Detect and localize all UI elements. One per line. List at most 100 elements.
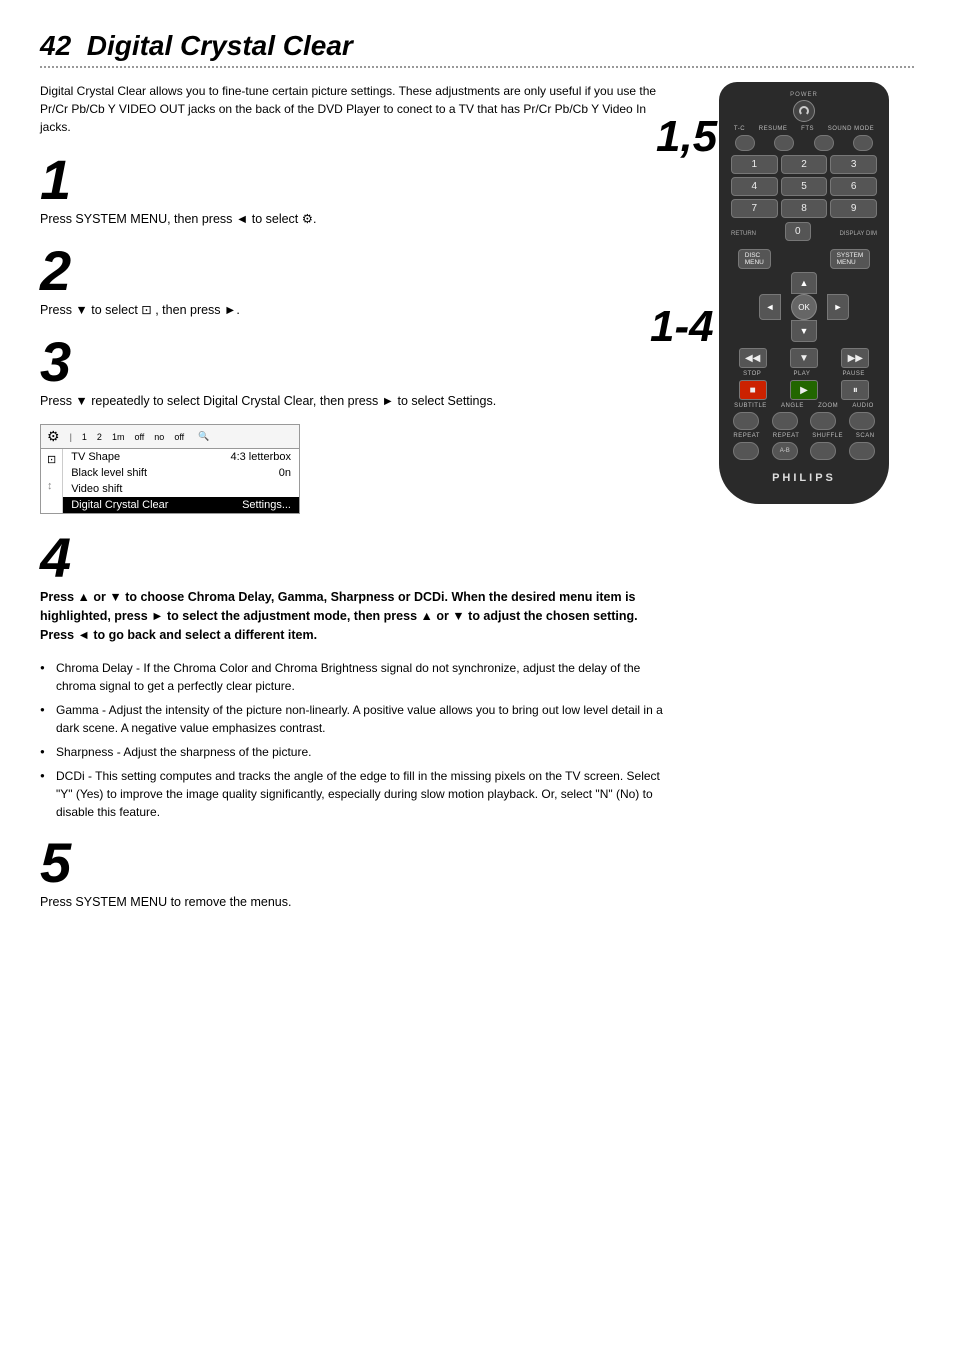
menu-left-icons: ⊡ ↕ bbox=[41, 449, 63, 513]
side-label-15: 1,5 bbox=[656, 112, 717, 162]
subtitle-label: SUBTITLE bbox=[734, 403, 767, 409]
remote-control: POWER T-C RESUME FTS SOUND MODE bbox=[719, 82, 889, 504]
power-label: POWER bbox=[727, 92, 881, 98]
step-1-number: 1 bbox=[40, 152, 674, 208]
zero-button-wrap: 0 bbox=[785, 222, 811, 241]
repeat-button[interactable] bbox=[733, 442, 759, 460]
scan-label: SCAN bbox=[856, 433, 875, 439]
num-5-button[interactable]: 5 bbox=[781, 177, 828, 196]
num-0-button[interactable]: 0 bbox=[785, 222, 811, 241]
slow-down-button[interactable]: ▼ bbox=[790, 348, 818, 368]
tc-label: T-C bbox=[734, 126, 745, 132]
dpad-down-button[interactable]: ▼ bbox=[791, 320, 817, 342]
step-3-number: 3 bbox=[40, 334, 674, 390]
fast-forward-button[interactable]: ▶▶ bbox=[841, 348, 869, 368]
number-grid: 1 2 3 4 5 6 7 8 9 bbox=[727, 155, 881, 218]
menu-row-video-shift: Video shift bbox=[63, 481, 299, 497]
return-zero-row: RETURN 0 DISPLAY DIM bbox=[727, 222, 881, 245]
dpad-wrap: ▲ ◄ OK ► ▼ bbox=[727, 272, 881, 344]
menu-body: ⊡ ↕ TV Shape 4:3 letterbox Black level s… bbox=[41, 449, 299, 513]
num-1-button[interactable]: 1 bbox=[731, 155, 778, 174]
top-button-row bbox=[727, 135, 881, 151]
right-column: 1,5 1-4 POWER T-C RESUME FTS SOUND MODE bbox=[694, 82, 914, 925]
angle-label: ANGLE bbox=[781, 403, 804, 409]
num-3-button[interactable]: 3 bbox=[830, 155, 877, 174]
bullet-sharpness: Sharpness - Adjust the sharpness of the … bbox=[40, 743, 674, 761]
dpad-right-button[interactable]: ► bbox=[827, 294, 849, 320]
repeat-ab-button[interactable]: A-B bbox=[772, 442, 798, 460]
num-2-button[interactable]: 2 bbox=[781, 155, 828, 174]
angle-button[interactable] bbox=[772, 412, 798, 430]
step-5: 5 Press SYSTEM MENU to remove the menus. bbox=[40, 835, 674, 912]
tc-button[interactable] bbox=[735, 135, 755, 151]
step-1: 1 Press SYSTEM MENU, then press ◄ to sel… bbox=[40, 152, 674, 229]
dpad: ▲ ◄ OK ► ▼ bbox=[759, 272, 849, 342]
side-label-14: 1-4 bbox=[650, 302, 714, 352]
remote-brand: PHILIPS bbox=[727, 472, 881, 484]
disc-system-row: DISCMENU SYSTEMMENU bbox=[727, 249, 881, 269]
ok-button[interactable]: OK bbox=[791, 294, 817, 320]
step-2: 2 Press ▼ to select ⊡ , then press ►. bbox=[40, 243, 674, 320]
content-column: Digital Crystal Clear allows you to fine… bbox=[40, 82, 674, 925]
step-4-number: 4 bbox=[40, 530, 674, 586]
repeat-label: REPEAT bbox=[733, 433, 760, 439]
bullet-gamma: Gamma - Adjust the intensity of the pict… bbox=[40, 701, 674, 737]
num-6-button[interactable]: 6 bbox=[830, 177, 877, 196]
step-5-number: 5 bbox=[40, 835, 674, 891]
resume-button[interactable] bbox=[774, 135, 794, 151]
menu-row-tv-shape: TV Shape 4:3 letterbox bbox=[63, 449, 299, 465]
bottom-label-row-2: REPEAT REPEAT SHUFFLE SCAN bbox=[727, 433, 881, 439]
shuffle-button[interactable] bbox=[810, 442, 836, 460]
page-title: 42 Digital Crystal Clear bbox=[40, 30, 914, 68]
step-4: 4 Press ▲ or ▼ to choose Chroma Delay, G… bbox=[40, 530, 674, 820]
menu-rows: TV Shape 4:3 letterbox Black level shift… bbox=[63, 449, 299, 513]
menu-row-black-level: Black level shift 0n bbox=[63, 465, 299, 481]
stop-label: STOP bbox=[743, 371, 761, 377]
menu-header: ⚙ | 1 2 1m off no off 🔍 bbox=[41, 425, 299, 449]
shuffle-label: SHUFFLE bbox=[812, 433, 843, 439]
play-button[interactable]: ▶ bbox=[790, 380, 818, 400]
scan-button[interactable] bbox=[849, 442, 875, 460]
sound-mode-button[interactable] bbox=[853, 135, 873, 151]
menu-row-dcc: Digital Crystal Clear Settings... bbox=[63, 497, 299, 513]
fts-label: FTS bbox=[801, 126, 814, 132]
return-label: RETURN bbox=[731, 231, 756, 237]
system-menu-button[interactable]: SYSTEMMENU bbox=[830, 249, 871, 269]
step-4-bullets: Chroma Delay - If the Chroma Color and C… bbox=[40, 659, 674, 821]
pause-button[interactable]: ⏸ bbox=[841, 380, 869, 400]
seek-row: ◀◀ ▼ ▶▶ bbox=[727, 348, 881, 368]
play-label: PLAY bbox=[793, 371, 810, 377]
bottom-btn-row-2: A-B bbox=[727, 442, 881, 460]
bullet-chroma-delay: Chroma Delay - If the Chroma Color and C… bbox=[40, 659, 674, 695]
top-label-row: T-C RESUME FTS SOUND MODE bbox=[727, 126, 881, 132]
dpad-left-button[interactable]: ◄ bbox=[759, 294, 781, 320]
power-button[interactable] bbox=[793, 100, 815, 122]
fts-button[interactable] bbox=[814, 135, 834, 151]
power-icon bbox=[799, 106, 809, 116]
disc-menu-button[interactable]: DISCMENU bbox=[738, 249, 771, 269]
num-8-button[interactable]: 8 bbox=[781, 199, 828, 218]
subtitle-button[interactable] bbox=[733, 412, 759, 430]
num-7-button[interactable]: 7 bbox=[731, 199, 778, 218]
step-1-instruction: Press SYSTEM MENU, then press ◄ to selec… bbox=[40, 210, 674, 229]
title-text: Digital Crystal Clear bbox=[87, 30, 353, 61]
rewind-button[interactable]: ◀◀ bbox=[739, 348, 767, 368]
remote-outer-wrap: 1,5 1-4 POWER T-C RESUME FTS SOUND MODE bbox=[694, 82, 914, 504]
pause-label: PAUSE bbox=[842, 371, 864, 377]
step-3: 3 Press ▼ repeatedly to select Digital C… bbox=[40, 334, 674, 411]
display-dim-label: DISPLAY DIM bbox=[840, 231, 877, 237]
num-4-button[interactable]: 4 bbox=[731, 177, 778, 196]
num-9-button[interactable]: 9 bbox=[830, 199, 877, 218]
zoom-button[interactable] bbox=[810, 412, 836, 430]
bottom-btn-row-1 bbox=[727, 412, 881, 430]
step-4-instruction: Press ▲ or ▼ to choose Chroma Delay, Gam… bbox=[40, 588, 674, 644]
dpad-up-button[interactable]: ▲ bbox=[791, 272, 817, 294]
step-5-instruction: Press SYSTEM MENU to remove the menus. bbox=[40, 893, 674, 912]
sound-mode-label: SOUND MODE bbox=[828, 126, 874, 132]
transport-row: ■ ▶ ⏸ bbox=[727, 380, 881, 400]
audio-button[interactable] bbox=[849, 412, 875, 430]
zoom-label: ZOOM bbox=[818, 403, 838, 409]
bullet-dcdi: DCDi - This setting computes and tracks … bbox=[40, 767, 674, 821]
step-3-instruction: Press ▼ repeatedly to select Digital Cry… bbox=[40, 392, 674, 411]
stop-button[interactable]: ■ bbox=[739, 380, 767, 400]
